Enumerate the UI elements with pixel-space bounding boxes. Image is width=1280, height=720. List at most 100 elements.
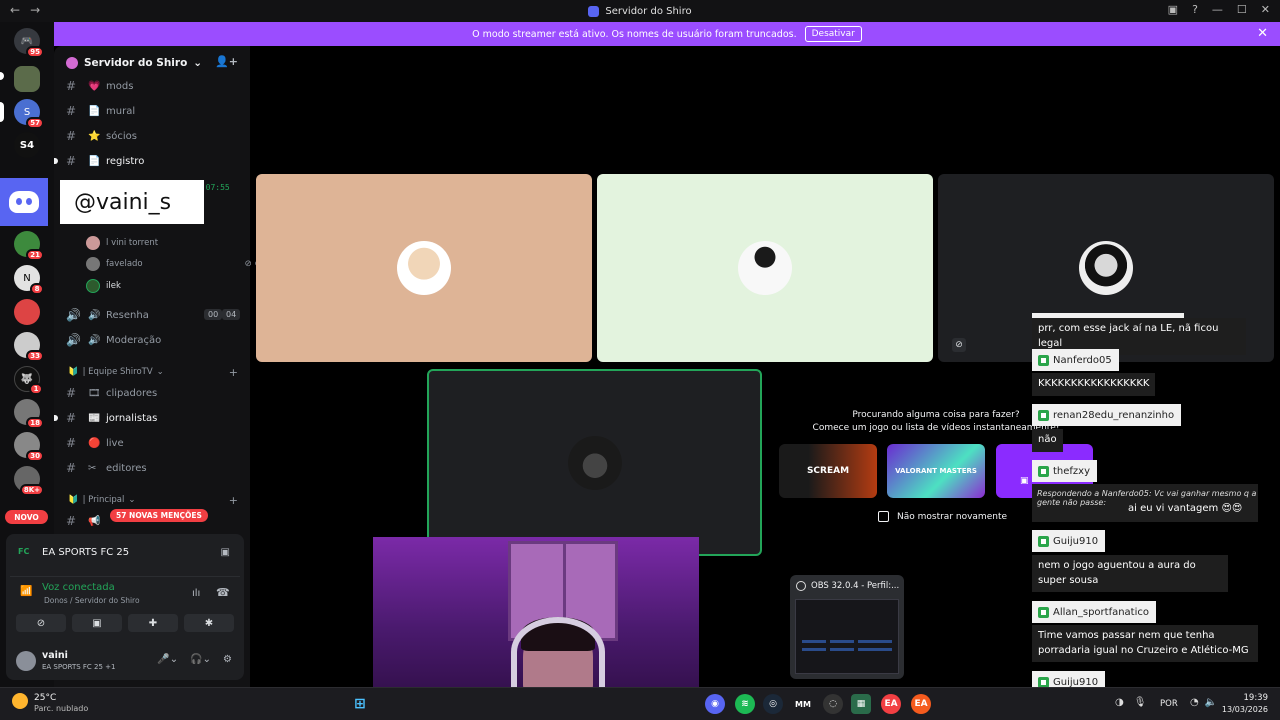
activities-button[interactable]: ✚ — [128, 614, 178, 632]
discord-taskbar-icon[interactable]: ◉ — [705, 694, 725, 714]
forward-icon[interactable]: → — [30, 3, 40, 17]
add-channel-icon[interactable]: + — [229, 366, 238, 379]
checkbox[interactable] — [878, 511, 889, 522]
voice-connected-label[interactable]: Voz conectada — [42, 582, 115, 593]
mic-tray-icon[interactable]: 🎙 — [1134, 697, 1147, 708]
weather-icon[interactable] — [12, 693, 28, 709]
steam-taskbar-icon[interactable]: ◎ — [763, 694, 783, 714]
close-window-icon[interactable]: ✕ — [1261, 3, 1270, 16]
soundboard-button[interactable]: ✱ — [184, 614, 234, 632]
channel-jornalistas[interactable]: # 📰 jornalistas — [54, 409, 246, 427]
back-icon[interactable]: ← — [10, 3, 20, 17]
volume-icon[interactable]: 🔈 — [1205, 697, 1217, 708]
disconnect-icon[interactable]: ☎ — [216, 586, 230, 599]
add-channel-icon[interactable]: + — [229, 494, 238, 507]
chevron-down-icon: ⌄ — [128, 495, 136, 505]
headphones-icon[interactable]: 🎧⌄ — [190, 654, 211, 665]
camera-off-button[interactable]: ⊘ — [16, 614, 66, 632]
chat-username: Guiju910 — [1032, 530, 1106, 552]
weather-temp[interactable]: 25°C — [34, 693, 56, 703]
speaker-icon: 🔊 — [88, 309, 101, 321]
video-tile-speaking[interactable] — [427, 369, 762, 556]
server-icon[interactable]: N8 — [14, 265, 44, 295]
disable-streamer-button[interactable]: Desativar — [804, 26, 862, 42]
chat-message: nem o jogo aguentou a aura do super sous… — [1032, 555, 1228, 592]
obs-taskbar-icon[interactable]: ◌ — [823, 694, 843, 714]
voice-channel-moderacao[interactable]: 🔊 🔊 Moderação — [66, 331, 246, 349]
channel-emoji: ✂ — [88, 462, 97, 474]
inbox-icon[interactable]: ▣ — [1168, 3, 1178, 16]
share-screen-button[interactable]: ▣ — [72, 614, 122, 632]
voice-channel-resenha[interactable]: 🔊 🔊 Resenha 00 04 — [66, 306, 246, 324]
system-tray[interactable]: ◑ 🎙 — [1115, 697, 1146, 708]
tray-icon[interactable]: ◑ — [1115, 697, 1124, 708]
help-icon[interactable]: ? — [1192, 3, 1198, 16]
server-icon[interactable]: 30 — [14, 432, 44, 462]
server-folder-icon[interactable]: 8K+ — [14, 466, 44, 496]
dm-home-icon[interactable]: 🎮 95 — [14, 28, 44, 58]
video-tile[interactable] — [597, 174, 933, 362]
start-menu-icon[interactable]: ⊞ — [350, 694, 370, 714]
channel-clipadores[interactable]: # 🎞 clipadores — [66, 384, 246, 402]
channel-registro[interactable]: # 📄 registro — [54, 152, 246, 170]
voice-user[interactable]: l vini torrent — [86, 234, 158, 252]
spotify-taskbar-icon[interactable]: ≋ — [735, 694, 755, 714]
ea-taskbar-icon[interactable]: EA — [911, 694, 931, 714]
voice-user[interactable]: ilek — [86, 277, 121, 295]
new-mentions-pill[interactable]: 57 NOVAS MENÇÕES — [110, 509, 208, 522]
dont-show-checkbox[interactable]: Não mostrar novamente — [878, 511, 1007, 522]
server-header[interactable]: Servidor do Shiro ⌄ 👤+ — [66, 54, 246, 72]
voice-user[interactable]: favelado ⊘ ⊘ — [86, 255, 262, 273]
channel-socios[interactable]: # ⭐ sócios — [66, 127, 246, 145]
hash-icon: # — [66, 129, 77, 143]
signal-icon[interactable]: 📶 — [20, 586, 32, 597]
channel-live[interactable]: # 🔴 live — [66, 434, 246, 452]
hash-icon: # — [66, 386, 77, 400]
video-tile[interactable] — [256, 174, 592, 362]
noise-suppression-icon[interactable]: ılı — [192, 588, 200, 599]
chat-message: KKKKKKKKKKKKKKKKK — [1032, 373, 1156, 396]
obs-preview[interactable]: OBS 32.0.4 - Perfil:... — [790, 575, 904, 679]
server-icon[interactable] — [14, 66, 40, 92]
banner-text: O modo streamer está ativo. Os nomes de … — [472, 28, 797, 40]
game-activity[interactable]: FC EA SPORTS FC 25 ▣ — [18, 542, 238, 562]
settings-gear-icon[interactable]: ⚙ — [223, 654, 232, 665]
server-icon[interactable] — [14, 299, 40, 325]
language-indicator[interactable]: POR — [1160, 699, 1178, 709]
banner-close-icon[interactable]: ✕ — [1257, 26, 1268, 41]
minimize-icon[interactable]: — — [1212, 3, 1223, 16]
activity-card-valorant[interactable]: VALORANT MASTERS — [887, 444, 985, 498]
channel-emoji: ⭐ — [88, 130, 101, 142]
channel-emoji: 📰 — [88, 412, 101, 424]
server-icon[interactable]: 🐺 1 — [14, 366, 43, 395]
card-label: VALORANT MASTERS — [895, 467, 977, 475]
server-icon[interactable]: 18 — [14, 399, 44, 429]
mm-taskbar-icon[interactable]: MM — [793, 694, 813, 714]
category-equipe[interactable]: 🔰 | Equipe ShiroTV ⌄ + — [68, 366, 238, 379]
maximize-icon[interactable]: ☐ — [1237, 3, 1247, 16]
network-volume-tray[interactable]: ◔ 🔈 — [1190, 697, 1217, 708]
mic-icon[interactable]: 🎤⌄ — [157, 654, 178, 665]
channel-mural[interactable]: # 📄 mural — [66, 102, 246, 120]
server-icon-shiro[interactable]: S 57 — [14, 99, 44, 129]
category-principal[interactable]: 🔰 | Principal ⌄ + — [68, 494, 238, 507]
clock-time[interactable]: 19:39 — [1228, 693, 1269, 703]
user-limit: 04 — [222, 309, 241, 320]
wifi-icon[interactable]: ◔ — [1190, 697, 1199, 708]
weather-desc[interactable]: Parc. nublado — [34, 704, 88, 713]
channel-editores[interactable]: # ✂ editores — [66, 459, 246, 477]
chat-username: thefzxy — [1032, 460, 1098, 482]
apps-taskbar-icon[interactable]: ▦ — [851, 694, 871, 714]
server-icon-s4[interactable]: S4 — [14, 132, 40, 158]
avatar[interactable] — [16, 651, 36, 671]
server-icon[interactable]: 21 — [14, 231, 44, 261]
server-icon[interactable]: 33 — [14, 332, 44, 362]
clock-date[interactable]: 13/03/2026 — [1218, 705, 1268, 714]
shield-icon: 🔰 — [68, 495, 79, 505]
ea-app-taskbar-icon[interactable]: EA — [881, 694, 901, 714]
invite-people-icon[interactable]: 👤+ — [215, 55, 238, 68]
new-unreads-pill[interactable]: NOVO — [5, 510, 48, 524]
screen-share-icon[interactable]: ▣ — [221, 547, 230, 558]
channel-mods[interactable]: # 💗 mods — [66, 77, 246, 95]
activity-card-scream[interactable]: SCREAM — [779, 444, 877, 498]
